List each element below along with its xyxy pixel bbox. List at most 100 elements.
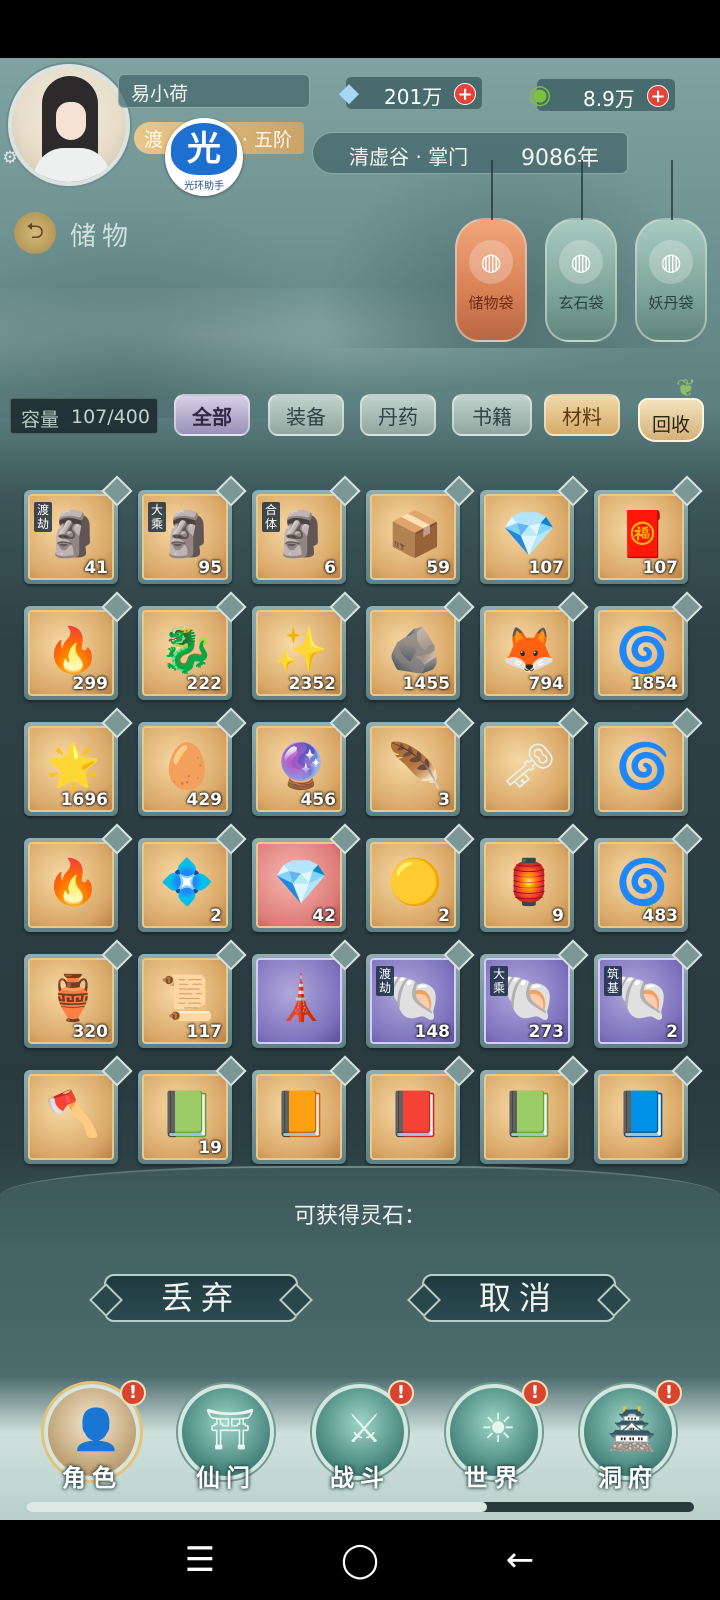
game-screen: ⚙ 易小荷 渡 · 五阶 光 光环助手 ◆ 201万 + ◉ 8.9万 + 清虚… — [0, 58, 720, 1520]
add-crystal-button[interactable]: + — [454, 83, 476, 105]
item-count: 299 — [72, 674, 109, 694]
add-jade-button[interactable]: + — [647, 85, 669, 107]
nav-label: 战斗 — [330, 1463, 390, 1492]
inventory-item[interactable]: 🗿 渡劫 41 — [24, 475, 133, 584]
item-frame: 🦊 794 — [484, 610, 570, 696]
item-frame: 🪓 — [28, 1074, 114, 1160]
inventory-item[interactable]: 🌀 — [594, 707, 703, 816]
item-frame: 📙 — [256, 1074, 342, 1160]
inventory-item[interactable]: 🥚 429 — [138, 707, 247, 816]
item-count: 19 — [198, 1138, 222, 1158]
item-art-icon: 🗼 — [273, 973, 329, 1024]
inventory-item[interactable]: 🔮 456 — [252, 707, 361, 816]
player-avatar[interactable] — [8, 64, 130, 186]
bag-emblem-icon: ◍ — [649, 240, 693, 284]
inventory-item[interactable]: 🔥 299 — [24, 591, 133, 700]
inventory-item[interactable]: 🔥 — [24, 823, 133, 932]
item-art-icon: 🪓 — [45, 1089, 101, 1140]
item-tier-tag: 大乘 — [148, 502, 166, 532]
inventory-item[interactable]: 📘 — [594, 1055, 703, 1164]
item-count: 1696 — [60, 790, 108, 810]
tab-all[interactable]: 全部 — [174, 394, 250, 436]
nav-character[interactable]: 👤 角色 ! — [36, 1380, 146, 1504]
back-button[interactable]: ⮌ — [14, 212, 56, 254]
lantern-storage-bag[interactable]: ◍ 储物袋 — [455, 160, 527, 342]
jade-coin-icon: ◉ — [528, 80, 552, 110]
inventory-item[interactable]: 📜 117 — [138, 939, 247, 1048]
cancel-button[interactable]: 取消 — [422, 1274, 616, 1322]
inventory-item[interactable]: 📙 — [252, 1055, 361, 1164]
tab-materials[interactable]: 材料 — [544, 394, 620, 436]
item-frame: 🗿 合体 6 — [256, 494, 342, 580]
assistant-badge-label: 光环助手 — [184, 181, 224, 192]
inventory-item[interactable]: 🐉 222 — [138, 591, 247, 700]
inventory-item[interactable]: 📗 19 — [138, 1055, 247, 1164]
inventory-item[interactable]: 🪨 1455 — [366, 591, 475, 700]
inventory-item[interactable]: ✨ 2352 — [252, 591, 361, 700]
item-count: 41 — [84, 558, 108, 578]
nav-world[interactable]: ☀ 世界 ! — [438, 1380, 548, 1504]
inventory-item[interactable]: 🐚 大乘 273 — [480, 939, 589, 1048]
tab-pills[interactable]: 丹药 — [360, 394, 436, 436]
capacity-display: 容量 107/400 — [10, 398, 158, 434]
lantern-label: 储物袋 — [468, 294, 514, 312]
item-count: 117 — [186, 1022, 223, 1042]
discard-button[interactable]: 丢弃 — [104, 1274, 298, 1322]
system-navigation-bar: ☰ ◯ ← — [0, 1520, 720, 1600]
item-frame: 🗼 — [256, 958, 342, 1044]
tab-equipment[interactable]: 装备 — [268, 394, 344, 436]
recent-apps-icon[interactable]: ☰ — [170, 1540, 230, 1580]
inventory-item[interactable]: 🌀 1854 — [594, 591, 703, 700]
inventory-item[interactable]: 🏮 9 — [480, 823, 589, 932]
item-frame: 🐚 筑基 2 — [598, 958, 684, 1044]
nav-battle[interactable]: ⚔ 战斗 ! — [304, 1380, 414, 1504]
inventory-item[interactable]: 🌀 483 — [594, 823, 703, 932]
inventory-item[interactable]: 🗿 大乘 95 — [138, 475, 247, 584]
inventory-item[interactable]: 🗿 合体 6 — [252, 475, 361, 584]
assistant-badge[interactable]: 光 光环助手 — [165, 118, 243, 196]
inventory-item[interactable]: 🦊 794 — [480, 591, 589, 700]
inventory-item[interactable]: 🗼 — [252, 939, 361, 1048]
rank-prefix: 渡 — [144, 129, 164, 151]
inventory-item[interactable]: 💠 2 — [138, 823, 247, 932]
inventory-item[interactable]: 📗 — [480, 1055, 589, 1164]
inventory-item[interactable]: 📦 59 — [366, 475, 475, 584]
item-frame: 🐚 渡劫 148 — [370, 958, 456, 1044]
inventory-item[interactable]: 🏺 320 — [24, 939, 133, 1048]
inventory-item[interactable]: 📕 — [366, 1055, 475, 1164]
inventory-item[interactable]: 🪶 3 — [366, 707, 475, 816]
item-frame: 🏮 9 — [484, 842, 570, 928]
nav-sect[interactable]: ⛩ 仙门 — [170, 1384, 280, 1504]
item-count: 2 — [210, 906, 222, 926]
nav-cave[interactable]: 🏯 洞府 ! — [572, 1380, 682, 1504]
lantern-core-bag[interactable]: ◍ 妖丹袋 — [635, 160, 707, 342]
sect-title: 清虚谷 · 掌门 — [349, 145, 469, 169]
inventory-item[interactable]: 💎 42 — [252, 823, 361, 932]
item-frame: 💠 2 — [142, 842, 228, 928]
spirit-stone-hint: 可获得灵石： — [293, 1204, 426, 1229]
back-arrow-icon[interactable]: ← — [490, 1540, 550, 1580]
bag-emblem-icon: ◍ — [469, 240, 513, 284]
inventory-item[interactable]: 🐚 筑基 2 — [594, 939, 703, 1048]
spirit-crystal-counter: ◆ 201万 + — [339, 76, 483, 110]
item-count: 1455 — [402, 674, 450, 694]
settings-gear-icon[interactable]: ⚙ — [0, 148, 20, 168]
home-icon[interactable]: ◯ — [330, 1540, 390, 1580]
inventory-item[interactable]: 🧧 107 — [594, 475, 703, 584]
inventory-item[interactable]: 🟡 2 — [366, 823, 475, 932]
item-count: 3 — [438, 790, 450, 810]
inventory-item[interactable]: 🪓 — [24, 1055, 133, 1164]
tab-books[interactable]: 书籍 — [452, 394, 532, 436]
inventory-item[interactable]: 💎 107 — [480, 475, 589, 584]
inventory-item[interactable]: 🌟 1696 — [24, 707, 133, 816]
inventory-item[interactable]: 🗝 — [480, 707, 589, 816]
lantern-stone-bag[interactable]: ◍ 玄石袋 — [545, 160, 617, 342]
spirit-crystal-icon: ◆ — [339, 78, 359, 108]
item-frame: ✨ 2352 — [256, 610, 342, 696]
item-frame: 🪶 3 — [370, 726, 456, 812]
alert-badge: ! — [656, 1380, 682, 1406]
lantern-string — [581, 160, 583, 220]
recycle-button[interactable]: ❦ 回收 — [636, 374, 708, 442]
nav-scroll-track[interactable] — [26, 1502, 694, 1512]
inventory-item[interactable]: 🐚 渡劫 148 — [366, 939, 475, 1048]
